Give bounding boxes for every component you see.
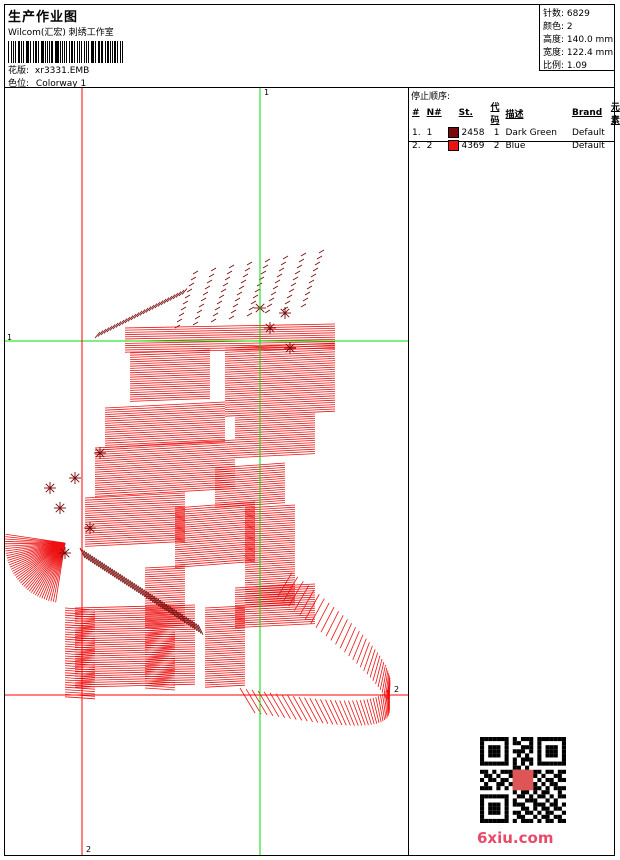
guide-label-bottom: 2 bbox=[86, 845, 92, 854]
stat-colors: 颜色: 2 bbox=[543, 22, 573, 32]
col-code: 代码 bbox=[490, 103, 500, 126]
col-element: 元素 bbox=[610, 103, 620, 126]
embroidery-canvas[interactable]: 1 1 2 2 bbox=[5, 88, 408, 855]
panel-divider bbox=[408, 87, 409, 856]
watermark-logo: 6xiu.com bbox=[477, 829, 554, 847]
col-stitches: St. bbox=[458, 108, 473, 118]
design-label: 花版: bbox=[8, 66, 30, 76]
col-n: N# bbox=[426, 108, 442, 118]
stat-stitches: 针数: 6829 bbox=[543, 9, 590, 19]
col-desc: 描述 bbox=[505, 109, 524, 120]
embroidery-drawing bbox=[5, 88, 408, 855]
stats-panel: 针数: 6829 颜色: 2 高度: 140.0 mm 宽度: 122.4 mm… bbox=[539, 4, 615, 71]
guide-label-left: 1 bbox=[7, 333, 13, 342]
stat-width: 宽度: 122.4 mm bbox=[543, 48, 614, 58]
barcode bbox=[8, 41, 124, 63]
qr-code[interactable] bbox=[480, 737, 566, 823]
design-value: xr3331.EMB bbox=[34, 66, 90, 76]
table-header: # N# St. 代码 描述 Brand 元素 bbox=[409, 100, 620, 126]
table-row[interactable]: 2. 2 4369 2 Blue Default bbox=[409, 139, 620, 152]
stop-sequence-table: # N# St. 代码 描述 Brand 元素 1. 1 2458 1 Dark… bbox=[409, 100, 620, 152]
guide-label-top: 1 bbox=[264, 88, 270, 97]
guide-label-right: 2 bbox=[394, 685, 400, 694]
color-swatch bbox=[447, 127, 459, 138]
red-stitch-area bbox=[5, 323, 391, 726]
stat-height: 高度: 140.0 mm bbox=[543, 35, 614, 45]
header-info: 生产作业图 Wilcom(汇宏) 刺绣工作室 花版: xr3331.EMB 色位… bbox=[4, 4, 539, 89]
company-name: Wilcom(汇宏) 刺绣工作室 bbox=[8, 28, 114, 38]
table-row[interactable]: 1. 1 2458 1 Dark Green Default bbox=[409, 126, 620, 139]
col-index: # bbox=[412, 108, 420, 118]
design-row: 花版: xr3331.EMB bbox=[8, 63, 89, 76]
col-brand: Brand bbox=[571, 108, 603, 118]
stat-scale: 比例: 1.09 bbox=[543, 61, 587, 71]
color-swatch bbox=[447, 140, 459, 151]
page-title: 生产作业图 bbox=[8, 10, 79, 25]
